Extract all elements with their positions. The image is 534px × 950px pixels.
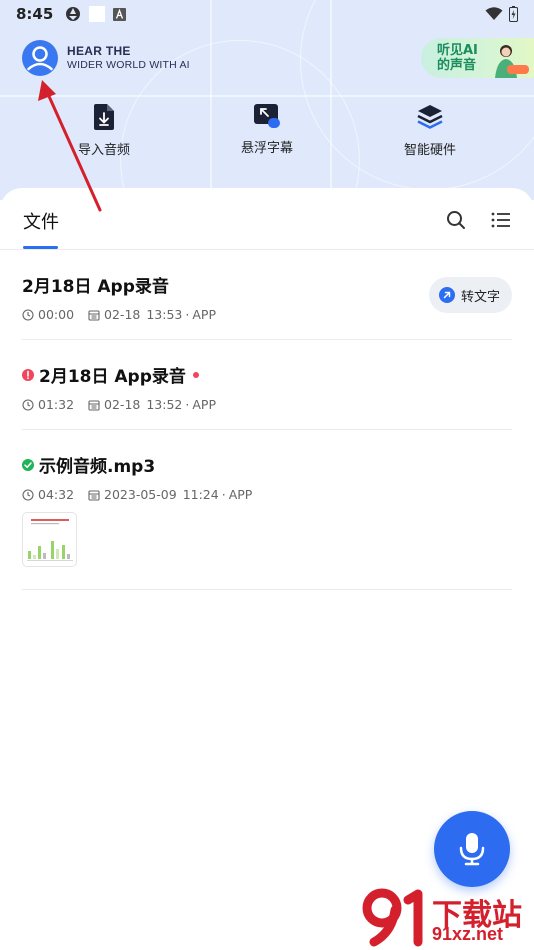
calendar-icon [88,309,100,321]
thumbnail-chart-image [27,519,73,561]
tool-smart-hardware[interactable]: 智能硬件 [370,103,490,158]
file-time: 13:52 [146,397,183,412]
file-title: 示例音频.mp3 [39,457,156,477]
file-date: 02-18 [104,397,141,412]
file-duration: 04:32 [38,487,75,502]
clock-icon [22,308,34,321]
file-date: 02-18 [104,307,141,322]
banner-badge [507,65,529,74]
error-status-icon [22,368,34,381]
unread-dot [192,371,199,378]
quick-tools: 导入音频 悬浮字幕 智能硬件 [0,103,534,163]
font-a-icon [113,7,127,21]
import-audio-icon [94,104,114,130]
file-title: 2月18日 App录音 [22,277,169,297]
file-list: 2月18日 App录音 00:00 02-18 13:53 · APP 转文字 [22,250,512,590]
microphone-icon [459,833,485,866]
watermark-url: 91xz.net [432,924,504,944]
file-meta: 01:32 02-18 13:52 · APP [22,397,512,412]
file-duration: 01:32 [38,397,75,412]
file-source: APP [228,487,253,502]
brand-slogan: HEAR THE WIDER WORLD WITH AI [67,44,190,71]
file-source: APP [192,397,217,412]
file-time: 13:53 [146,307,183,322]
tab-files[interactable]: 文件 [23,208,59,234]
meta-separator: · [221,487,226,502]
tool-floating-subtitle[interactable]: 悬浮字幕 [207,103,327,156]
clock-icon [22,488,34,501]
success-status-icon [22,458,34,471]
file-time: 11:24 [182,487,219,502]
brand-line2: WIDER WORLD WITH AI [67,58,190,71]
calendar-icon [88,399,100,411]
file-meta: 04:32 2023-05-09 11:24 · APP [22,487,512,502]
battery-icon [509,6,518,22]
status-bar: 8:45 [0,0,534,28]
clock-icon [22,398,34,411]
file-date: 2023-05-09 [104,487,177,502]
tool-label: 智能硬件 [403,143,456,158]
record-button[interactable] [434,811,510,887]
promo-banner[interactable]: 听见AI 的声音 [421,38,534,78]
file-duration: 00:00 [38,307,75,322]
file-item[interactable]: 2月18日 App录音 00:00 02-18 13:53 · APP 转文字 [22,250,512,340]
meta-separator: · [185,397,190,412]
watermark-nine-one-logo [362,888,423,947]
user-icon [27,46,53,71]
banner-text: 听见AI 的声音 [437,43,478,73]
smart-hardware-icon [417,105,443,129]
arrow-up-right-icon [438,287,455,303]
calendar-icon [88,489,100,501]
notification-square-icon [89,6,106,22]
convert-label: 转文字 [460,289,500,305]
file-thumbnail[interactable] [22,512,77,567]
list-menu-icon[interactable] [490,209,512,231]
brand-line1: HEAR THE [67,44,131,59]
banner-text-line2: 的声音 [437,58,477,73]
watermark-logo: 下载站 91xz.net [362,886,534,950]
tool-import-audio[interactable]: 导入音频 [44,103,164,158]
wifi-icon [485,7,503,20]
banner-text-line1: 听见AI [437,43,478,58]
file-item[interactable]: 示例音频.mp3 04:32 2023-05-09 11:24 · APP [22,430,512,590]
search-icon[interactable] [445,209,467,231]
header-background: 8:45 HEAR THE WIDER WORLD WITH AI 听见AI 的… [0,0,534,200]
tool-label: 悬浮字幕 [240,141,293,156]
file-item[interactable]: 2月18日 App录音 01:32 02-18 13:52 · APP [22,340,512,430]
tool-label: 导入音频 [77,143,130,158]
avatar-button[interactable] [22,40,58,76]
aperture-icon [66,7,81,21]
tab-active-indicator [23,246,58,249]
header-row: HEAR THE WIDER WORLD WITH AI [22,40,190,76]
floating-subtitle-icon [254,104,280,128]
file-source: APP [192,307,217,322]
convert-to-text-button[interactable]: 转文字 [428,277,512,313]
tab-bar: 文件 [0,188,534,250]
status-time: 8:45 [16,5,54,23]
meta-separator: · [185,307,190,322]
file-title: 2月18日 App录音 [39,367,186,387]
